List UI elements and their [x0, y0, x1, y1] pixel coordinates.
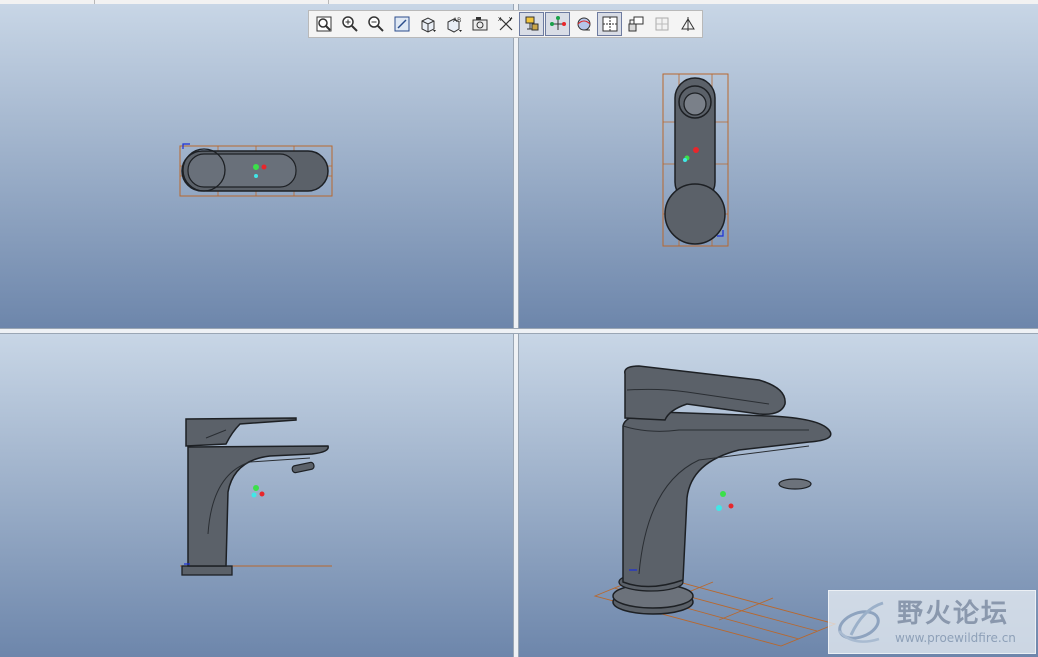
coordinate-display-button[interactable]: XY — [493, 12, 518, 36]
saved-views-button[interactable] — [415, 12, 440, 36]
datum-axes-icon — [549, 16, 566, 30]
watermark-logo-icon — [838, 601, 884, 643]
faucet-left-view — [180, 417, 332, 576]
spin-center-icon — [577, 17, 590, 31]
coordinate-display-icon: XY — [498, 17, 513, 31]
view-toolbar: AB X Y — [308, 10, 703, 38]
faucet-front-view — [662, 73, 729, 247]
faucet-isometric-view — [593, 365, 837, 647]
watermark-title: 野火论坛 — [897, 599, 1010, 629]
repaint-button[interactable] — [389, 12, 414, 36]
multi-viewport-icon — [602, 16, 617, 32]
orient-icon — [628, 16, 643, 32]
zoom-out-button[interactable] — [363, 12, 388, 36]
svg-text:AB: AB — [453, 17, 461, 24]
datum-axes-button[interactable] — [545, 12, 570, 36]
section-button[interactable] — [675, 12, 700, 36]
named-view-button[interactable]: AB — [441, 12, 466, 36]
named-view-icon: AB — [447, 17, 462, 33]
section-icon — [680, 17, 695, 31]
saved-views-icon — [421, 17, 436, 33]
viewport-front-view[interactable] — [519, 4, 1038, 328]
zoom-in-button[interactable] — [337, 12, 362, 36]
zoom-in-icon — [341, 16, 358, 32]
layers-button[interactable] — [467, 12, 492, 36]
datum-planes-button[interactable] — [519, 12, 544, 36]
watermark: 野火论坛 www.proewildfire.cn — [828, 590, 1036, 654]
faucet-top-view — [179, 143, 333, 197]
viewport-top-view[interactable] — [0, 4, 513, 328]
layers-icon — [472, 17, 487, 31]
multi-viewport-button[interactable] — [597, 12, 622, 36]
viewport-left-view[interactable] — [0, 334, 513, 657]
orient-button[interactable] — [623, 12, 648, 36]
zoom-out-icon — [367, 16, 384, 32]
grid-icon — [655, 17, 668, 31]
refit-icon — [316, 16, 331, 32]
refit-button[interactable] — [311, 12, 336, 36]
watermark-url: www.proewildfire.cn — [895, 631, 1016, 645]
spin-center-button[interactable] — [571, 12, 596, 36]
grid-button[interactable] — [649, 12, 674, 36]
repaint-icon — [394, 16, 409, 32]
datum-planes-icon — [525, 16, 538, 31]
svg-text:Y: Y — [508, 17, 513, 23]
viewport-divider-horizontal[interactable] — [0, 328, 1038, 334]
svg-text:X: X — [498, 17, 502, 23]
